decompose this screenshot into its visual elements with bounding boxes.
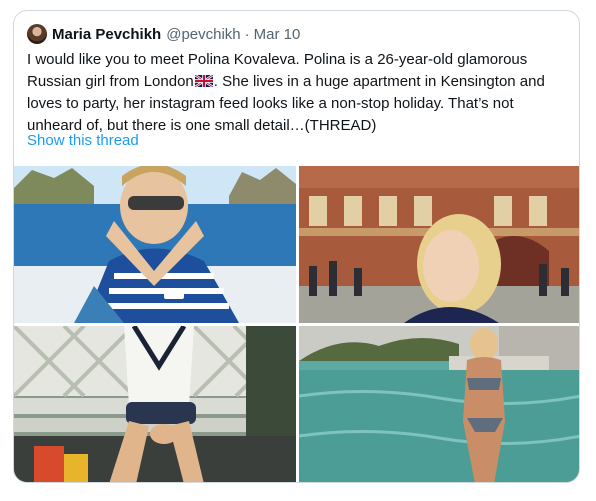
tweet-date[interactable]: Mar 10 — [254, 26, 301, 43]
tweet-header: Maria Pevchikh @pevchikh · Mar 10 — [27, 23, 300, 45]
show-thread-link[interactable]: Show this thread — [27, 132, 139, 149]
media-grid — [14, 166, 579, 482]
photo-royal-albert-hall[interactable] — [299, 166, 579, 323]
author-handle[interactable]: @pevchikh — [166, 26, 240, 43]
tweet-card[interactable]: Maria Pevchikh @pevchikh · Mar 10 I woul… — [13, 10, 580, 483]
uk-flag-icon — [194, 75, 213, 87]
author-name[interactable]: Maria Pevchikh — [52, 26, 161, 43]
photo-pool-bikini[interactable] — [299, 326, 579, 482]
photo-bench-sitting[interactable] — [14, 326, 296, 482]
separator-dot: · — [244, 25, 250, 43]
tweet-text: I would like you to meet Polina Kovaleva… — [27, 49, 567, 137]
avatar[interactable] — [27, 24, 47, 44]
photo-yacht-selfie[interactable] — [14, 166, 296, 323]
